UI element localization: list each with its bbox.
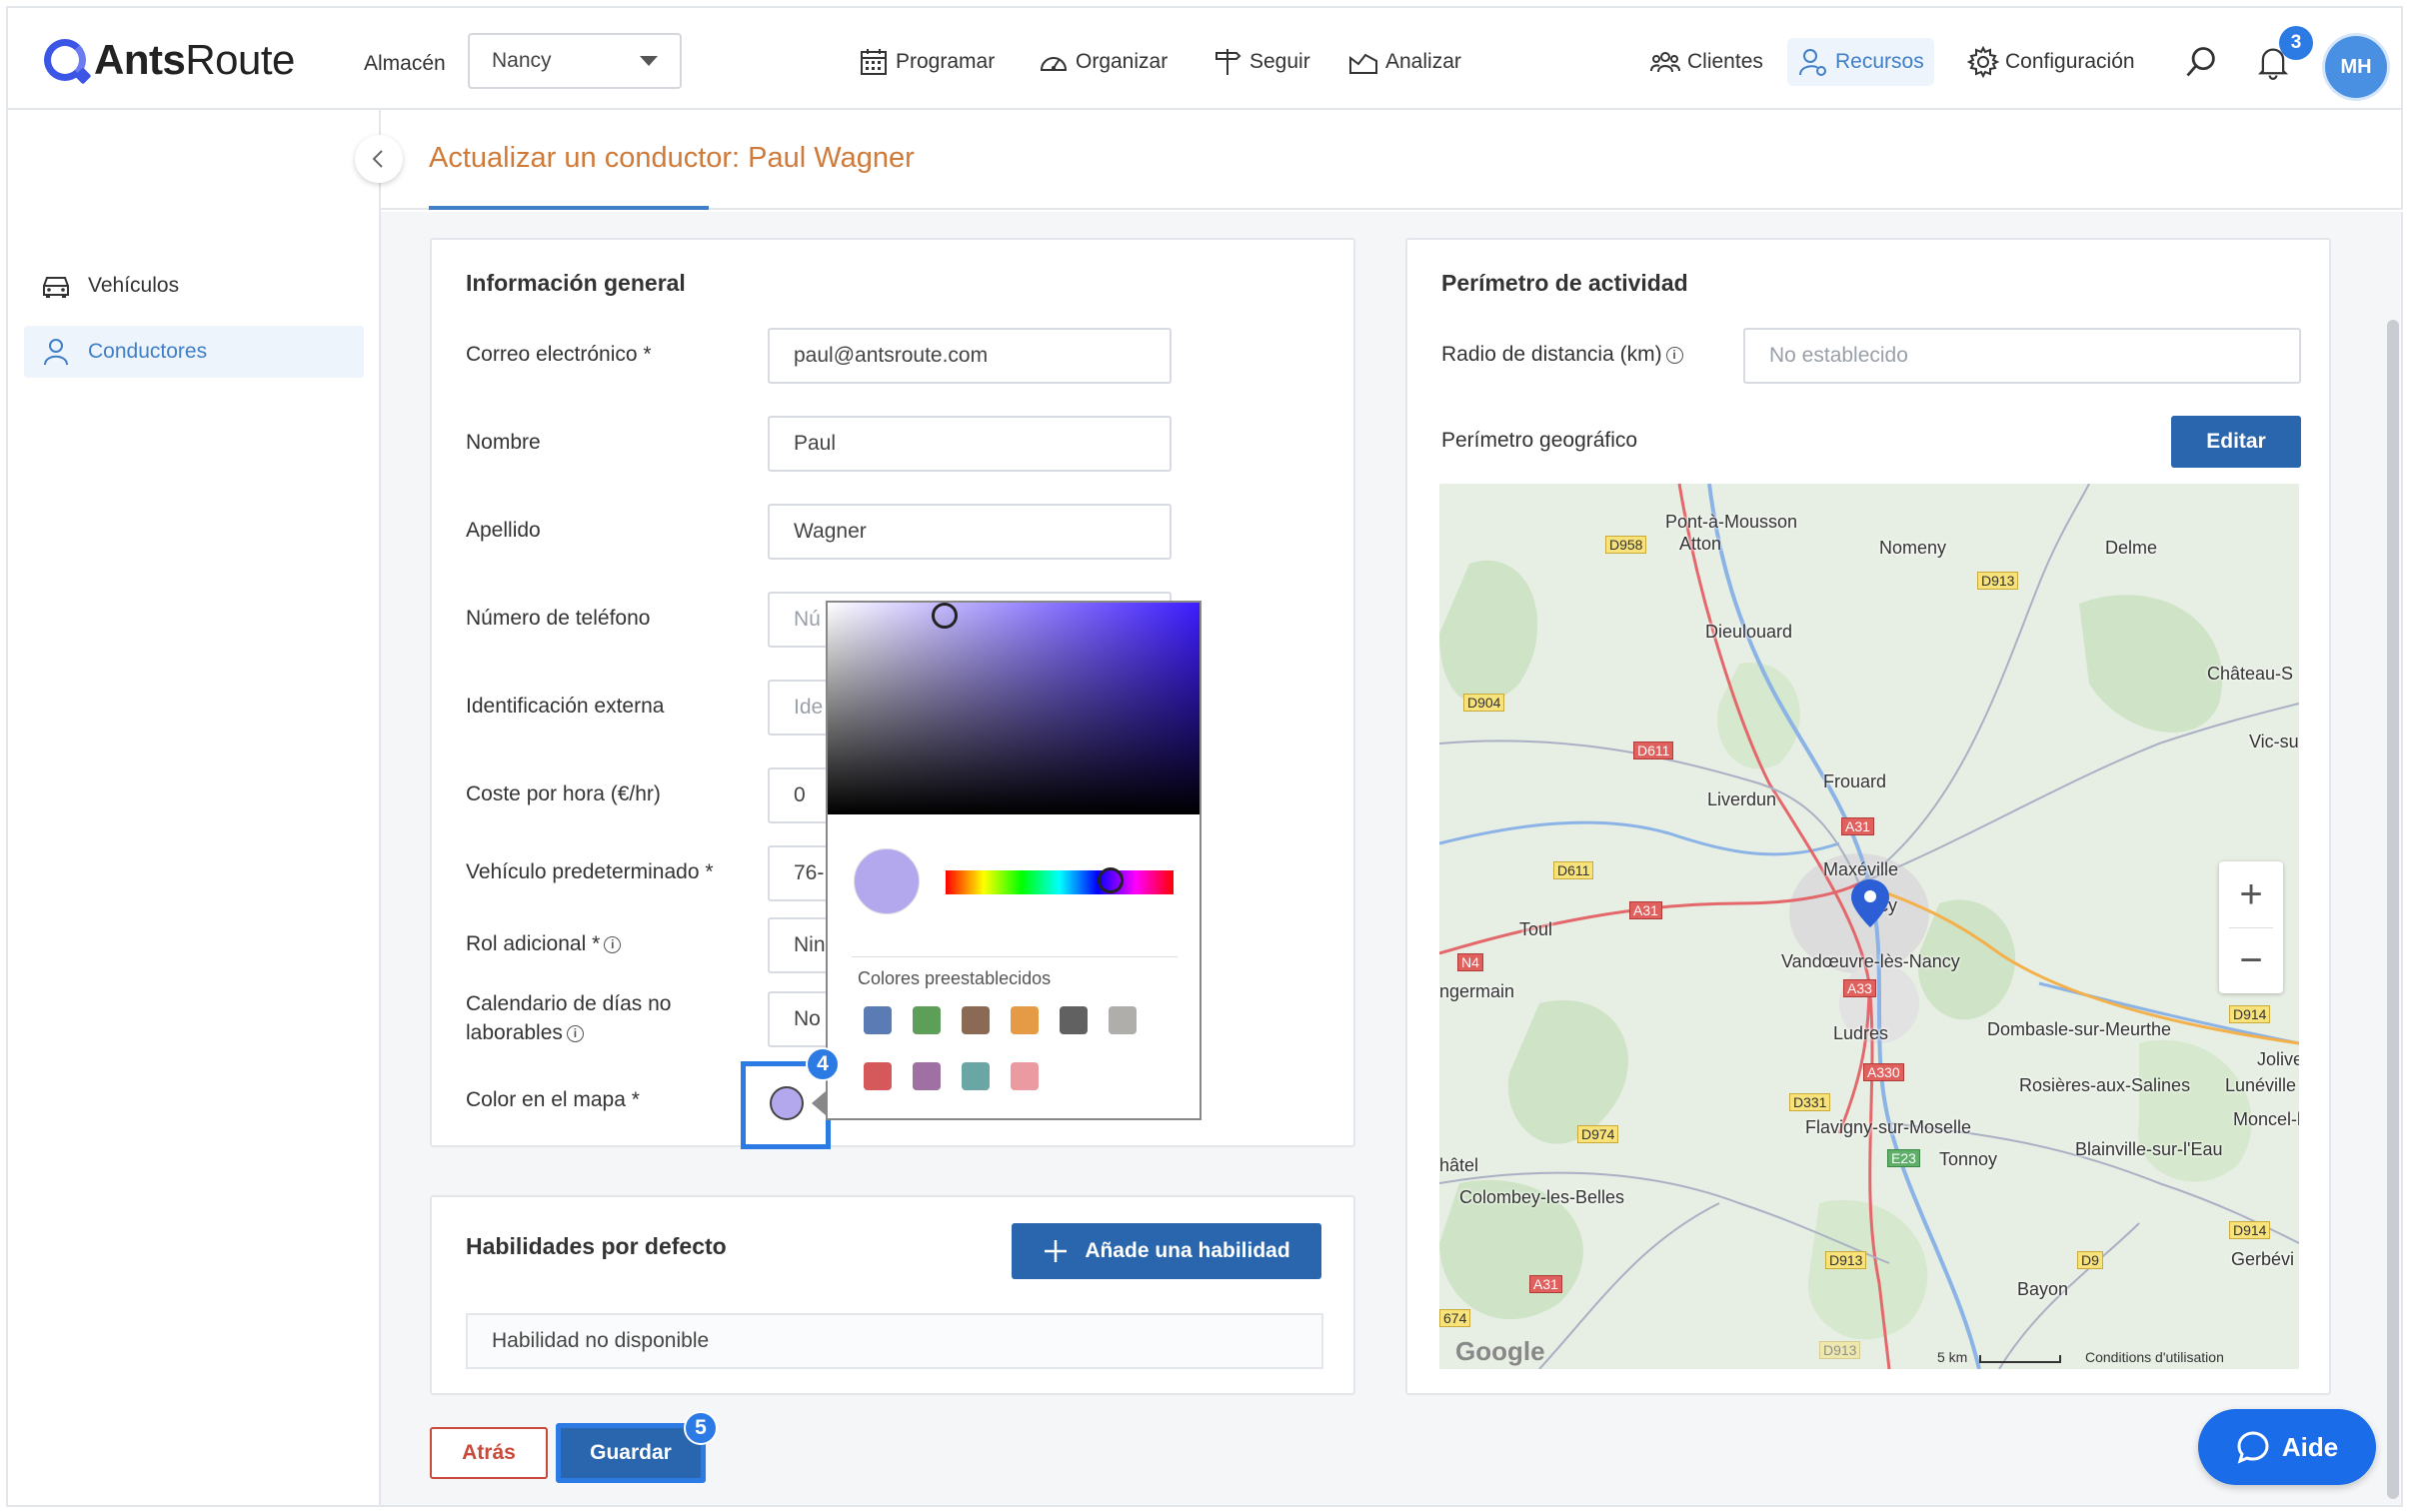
title-underline xyxy=(429,206,709,210)
preset-color[interactable] xyxy=(962,1006,990,1034)
step-badge-4: 4 xyxy=(806,1047,840,1081)
nav-configuracion[interactable]: Configuración xyxy=(1967,46,2135,78)
last-name-label: Apellido xyxy=(466,519,541,542)
hourly-cost-label: Coste por hora (€/hr) xyxy=(466,782,661,805)
user-icon xyxy=(44,339,68,366)
google-logo: Google xyxy=(1455,1336,1545,1366)
saturation-handle[interactable] xyxy=(932,603,958,629)
calendar-icon xyxy=(861,49,887,75)
perimeter-map[interactable]: Pont-à-Mousson Atton Nomeny Delme Dieulo… xyxy=(1439,484,2299,1369)
preset-color[interactable] xyxy=(864,1062,892,1090)
skills-card: Habilidades por defecto Añade una habili… xyxy=(430,1195,1355,1395)
preset-color[interactable] xyxy=(913,1062,941,1090)
map-scale: 5 km xyxy=(1937,1349,1968,1365)
add-skill-button[interactable]: Añade una habilidad xyxy=(1012,1223,1321,1279)
map-color-swatch xyxy=(770,1086,804,1120)
preset-color[interactable] xyxy=(864,1006,892,1034)
saturation-value-area[interactable] xyxy=(828,603,1200,814)
page-scrollbar[interactable] xyxy=(2387,320,2399,1499)
email-field[interactable]: paul@antsroute.com xyxy=(768,328,1172,384)
email-label: Correo electrónico * xyxy=(466,343,652,366)
preset-color[interactable] xyxy=(1060,1006,1088,1034)
preset-color[interactable] xyxy=(913,1006,941,1034)
general-info-title: Información general xyxy=(466,270,686,296)
external-id-label: Identificación externa xyxy=(466,695,665,718)
perimeter-title: Perímetro de actividad xyxy=(1441,270,1688,296)
info-icon: i xyxy=(1665,346,1683,364)
top-header: AntsRoute Almacén Nancy Programar Organi… xyxy=(6,6,2403,110)
first-name-label: Nombre xyxy=(466,431,541,454)
notifications-count-badge: 3 xyxy=(2279,26,2313,60)
preset-color[interactable] xyxy=(1011,1006,1039,1034)
step-badge-5: 5 xyxy=(684,1411,718,1445)
antsroute-logo[interactable]: AntsRoute xyxy=(44,36,295,84)
preset-color[interactable] xyxy=(962,1062,990,1090)
chevron-left-icon xyxy=(372,150,383,168)
zoom-out-button[interactable]: − xyxy=(2219,927,2283,993)
nav-programar[interactable]: Programar xyxy=(858,46,995,78)
preset-color[interactable] xyxy=(1011,1062,1039,1090)
help-button[interactable]: Aide xyxy=(2198,1409,2376,1485)
color-picker-popover: Colores preestablecidos xyxy=(826,601,1202,1120)
location-pin-icon[interactable] xyxy=(1849,877,1891,929)
last-name-field[interactable]: Wagner xyxy=(768,504,1172,560)
chart-icon xyxy=(1349,53,1377,74)
hue-slider[interactable] xyxy=(946,867,1174,894)
user-gear-icon xyxy=(1799,49,1826,76)
avatar[interactable]: MH xyxy=(2325,36,2387,98)
caret-down-icon xyxy=(640,56,658,66)
radius-input[interactable]: No establecido xyxy=(1743,328,2301,384)
sidebar-item-vehiculos[interactable]: Vehículos xyxy=(24,260,364,312)
nav-recursos[interactable]: Recursos xyxy=(1787,38,1934,86)
page-title: Actualizar un conductor: Paul Wagner xyxy=(429,142,915,174)
first-name-field[interactable]: Paul xyxy=(768,416,1172,472)
almacen-select[interactable]: Nancy xyxy=(468,33,682,89)
info-icon: i xyxy=(566,1024,584,1042)
users-icon xyxy=(1650,52,1680,73)
holiday-calendar-label: Calendario de días no laborables i xyxy=(466,992,672,1044)
gear-icon xyxy=(1967,46,1999,78)
page-title-bar: Actualizar un conductor: Paul Wagner xyxy=(381,110,2403,210)
nav-organizar[interactable]: Organizar xyxy=(1038,46,1168,78)
car-icon xyxy=(43,277,69,298)
skills-title: Habilidades por defecto xyxy=(466,1233,727,1259)
map-footer: Google 5 km Conditions d'utilisation xyxy=(1439,1336,2299,1369)
map-color-label: Color en el mapa * xyxy=(466,1088,640,1111)
edit-perimeter-button[interactable]: Editar xyxy=(2171,416,2301,468)
almacen-label: Almacén xyxy=(364,52,446,75)
radius-label: Radio de distancia (km) i xyxy=(1441,340,1683,369)
map-terms-link[interactable]: Conditions d'utilisation xyxy=(2085,1349,2224,1365)
map-zoom-control: + − xyxy=(2219,861,2283,993)
preset-color[interactable] xyxy=(1109,1006,1137,1034)
geo-perimeter-label: Perímetro geográfico xyxy=(1441,429,1638,452)
chat-icon xyxy=(2237,1431,2269,1464)
plus-icon xyxy=(1045,1240,1068,1262)
preset-colors-label: Colores preestablecidos xyxy=(858,968,1052,988)
picker-arrow xyxy=(812,1091,826,1115)
gauge-icon xyxy=(1040,57,1068,71)
default-vehicle-label: Vehículo predeterminado * xyxy=(466,860,714,883)
hue-handle[interactable] xyxy=(1098,867,1124,893)
logo-icon xyxy=(44,39,86,81)
phone-label: Número de teléfono xyxy=(466,607,651,630)
nav-clientes[interactable]: Clientes xyxy=(1649,46,1763,78)
no-skills-message: Habilidad no disponible xyxy=(466,1313,1323,1369)
nav-seguir[interactable]: Seguir xyxy=(1211,46,1310,78)
sidebar: Vehículos Conductores xyxy=(6,110,381,1507)
search-icon xyxy=(2186,47,2215,77)
nav-analizar[interactable]: Analizar xyxy=(1347,46,1461,78)
sidebar-item-conductores[interactable]: Conductores xyxy=(24,326,364,378)
additional-role-label: Rol adicional * i xyxy=(466,929,622,958)
back-button[interactable]: Atrás xyxy=(430,1427,548,1479)
collapse-sidebar-button[interactable] xyxy=(355,135,403,183)
info-icon: i xyxy=(604,935,622,953)
zoom-in-button[interactable]: + xyxy=(2219,861,2283,927)
color-preview xyxy=(854,848,920,914)
search-button[interactable] xyxy=(2183,44,2219,86)
signpost-icon xyxy=(1215,49,1241,75)
